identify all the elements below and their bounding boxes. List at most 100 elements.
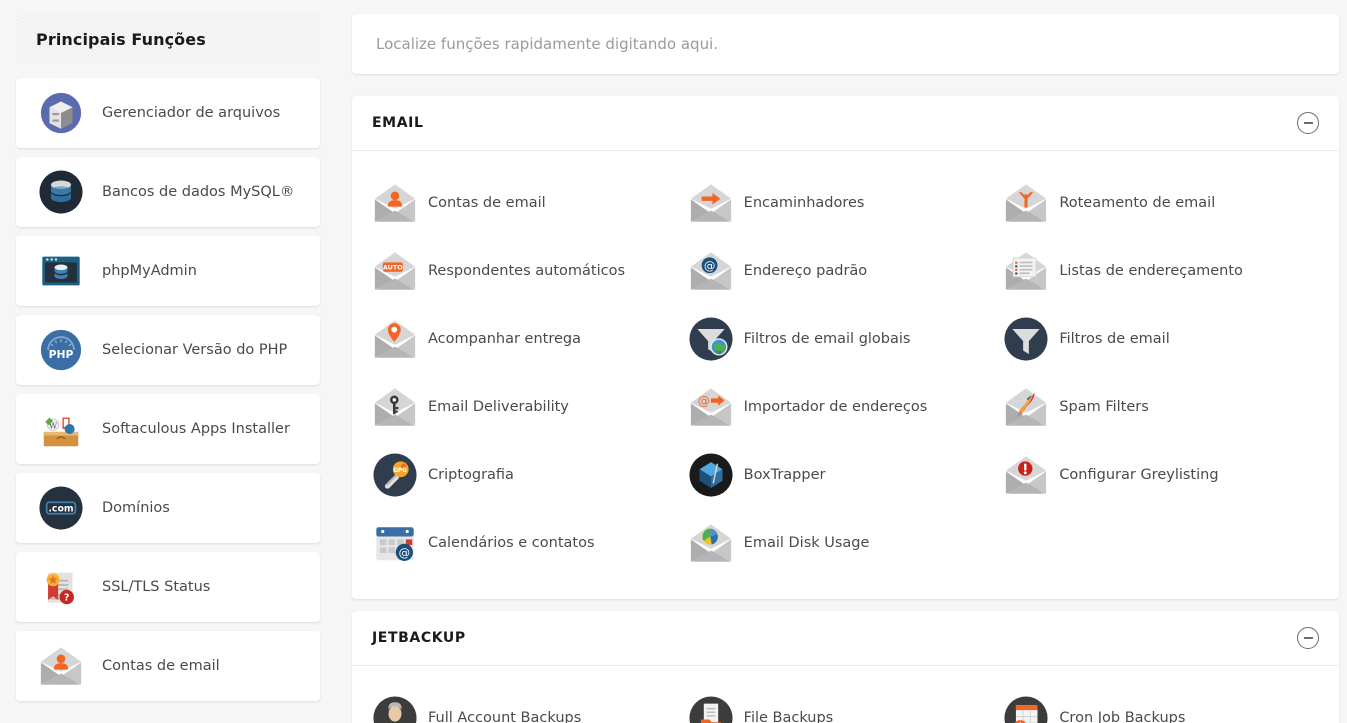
feature-item[interactable]: Configurar Greylisting (1003, 441, 1319, 509)
file-manager-icon (38, 90, 84, 136)
mysql-database-icon (38, 169, 84, 215)
search-input[interactable] (376, 35, 1315, 53)
sidebar-item-list: Gerenciador de arquivos Bancos de dados … (16, 78, 320, 701)
feature-label: Full Account Backups (428, 710, 582, 723)
feature-grid: Contas de email Encaminhadores Roteament… (372, 169, 1319, 577)
envelope-at-icon: @ (688, 248, 734, 294)
svg-text:AUTO: AUTO (383, 264, 403, 272)
feature-item[interactable]: Email Deliverability (372, 373, 688, 441)
sidebar-item-0[interactable]: Gerenciador de arquivos (16, 78, 320, 148)
funnel-globe-icon (688, 316, 734, 362)
search-bar[interactable] (352, 14, 1339, 74)
envelope-pin-icon (372, 316, 418, 362)
sidebar-item-5[interactable]: .com Domínios (16, 473, 320, 543)
feature-grid: Full Account Backups File Backups Cron J… (372, 684, 1319, 723)
feature-item[interactable]: Full Account Backups (372, 684, 688, 723)
feature-label: Calendários e contatos (428, 535, 595, 551)
feature-item[interactable]: Acompanhar entrega (372, 305, 688, 373)
feature-item[interactable]: File Backups (688, 684, 1004, 723)
sidebar: Principais Funções Gerenciador de arquiv… (0, 0, 336, 723)
feature-item[interactable]: Encaminhadores (688, 169, 1004, 237)
feature-label: Filtros de email globais (743, 331, 911, 347)
email-accounts-icon (38, 643, 84, 689)
feature-item[interactable]: @ Endereço padrão (688, 237, 1004, 305)
panel-header: JETBACKUP (352, 611, 1339, 666)
ssl-tls-status-icon: ? (38, 564, 84, 610)
feature-label: BoxTrapper (743, 467, 826, 483)
person-circle-icon (372, 695, 418, 723)
feature-label: Respondentes automáticos (428, 263, 626, 279)
feature-label: Cron Job Backups (1059, 710, 1186, 723)
envelope-key-icon (372, 384, 418, 430)
panel-email: EMAIL Contas de email Encaminhadores Rot… (352, 96, 1339, 599)
section-list: EMAIL Contas de email Encaminhadores Rot… (352, 96, 1339, 723)
panel-jetbackup: JETBACKUP Full Account Backups File Back… (352, 611, 1339, 723)
cron-calendar-icon (1003, 695, 1049, 723)
domains-icon: .com (38, 485, 84, 531)
svg-text:GPG: GPG (393, 468, 407, 474)
feature-label: Configurar Greylisting (1059, 467, 1219, 483)
collapse-minus-icon[interactable] (1297, 112, 1319, 134)
sidebar-item-1[interactable]: Bancos de dados MySQL® (16, 157, 320, 227)
envelope-person-icon (372, 180, 418, 226)
cpanel-page: Principais Funções Gerenciador de arquiv… (0, 0, 1347, 723)
sidebar-item-2[interactable]: phpMyAdmin (16, 236, 320, 306)
envelope-arrow-icon (688, 180, 734, 226)
feature-item[interactable]: Listas de endereçamento (1003, 237, 1319, 305)
feature-item[interactable]: Contas de email (372, 169, 688, 237)
feature-label: Email Disk Usage (743, 535, 870, 551)
feature-label: Spam Filters (1059, 399, 1149, 415)
sidebar-item-4[interactable]: W Softaculous Apps Installer (16, 394, 320, 464)
feature-label: Endereço padrão (743, 263, 868, 279)
php-version-icon: PHP (38, 327, 84, 373)
feature-item[interactable]: @ Calendários e contatos (372, 509, 688, 577)
sidebar-item-label: Selecionar Versão do PHP (102, 342, 288, 358)
feature-label: Filtros de email (1059, 331, 1170, 347)
sidebar-item-6[interactable]: ? SSL/TLS Status (16, 552, 320, 622)
feature-item[interactable]: Filtros de email (1003, 305, 1319, 373)
sidebar-item-label: Softaculous Apps Installer (102, 421, 290, 437)
sidebar-item-label: phpMyAdmin (102, 263, 197, 279)
file-folder-icon (688, 695, 734, 723)
feature-item[interactable]: AUTO Respondentes automáticos (372, 237, 688, 305)
panel-title: EMAIL (372, 115, 424, 131)
panel-body: Contas de email Encaminhadores Roteament… (352, 151, 1339, 599)
feature-item[interactable]: GPG Criptografia (372, 441, 688, 509)
softaculous-icon: W (38, 406, 84, 452)
svg-text:PHP: PHP (49, 348, 74, 361)
envelope-routing-icon (1003, 180, 1049, 226)
panel-title: JETBACKUP (372, 630, 466, 646)
feature-item[interactable]: Spam Filters (1003, 373, 1319, 441)
feature-label: Acompanhar entrega (428, 331, 582, 347)
feature-label: Contas de email (428, 195, 546, 211)
sidebar-item-label: Domínios (102, 500, 170, 516)
sidebar-header: Principais Funções (16, 14, 320, 64)
sidebar-item-label: Contas de email (102, 658, 220, 674)
envelope-piechart-icon (688, 520, 734, 566)
main-content: EMAIL Contas de email Encaminhadores Rot… (336, 0, 1347, 723)
svg-text:@: @ (703, 259, 715, 273)
feature-item[interactable]: @ Importador de endereços (688, 373, 1004, 441)
calendar-at-icon: @ (372, 520, 418, 566)
sidebar-item-3[interactable]: PHP Selecionar Versão do PHP (16, 315, 320, 385)
svg-text:@: @ (399, 546, 411, 560)
envelope-auto-icon: AUTO (372, 248, 418, 294)
svg-text:.com: .com (48, 504, 73, 515)
sidebar-item-label: SSL/TLS Status (102, 579, 211, 595)
feature-item[interactable]: Filtros de email globais (688, 305, 1004, 373)
feature-item[interactable]: Cron Job Backups (1003, 684, 1319, 723)
sidebar-item-7[interactable]: Contas de email (16, 631, 320, 701)
envelope-list-icon (1003, 248, 1049, 294)
funnel-icon (1003, 316, 1049, 362)
svg-text:@: @ (697, 394, 709, 408)
envelope-import-icon: @ (688, 384, 734, 430)
phpmyadmin-icon (38, 248, 84, 294)
sidebar-header-title: Principais Funções (36, 29, 206, 49)
feature-item[interactable]: BoxTrapper (688, 441, 1004, 509)
feature-label: Importador de endereços (743, 399, 928, 415)
collapse-minus-icon[interactable] (1297, 627, 1319, 649)
feature-item[interactable]: Email Disk Usage (688, 509, 1004, 577)
feature-label: Criptografia (428, 467, 514, 483)
apache-feather-icon (1003, 384, 1049, 430)
feature-item[interactable]: Roteamento de email (1003, 169, 1319, 237)
